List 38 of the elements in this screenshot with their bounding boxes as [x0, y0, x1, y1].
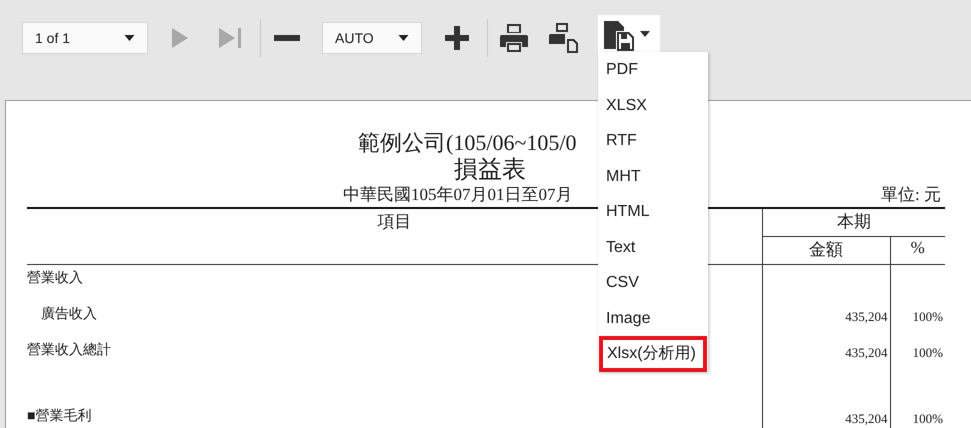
row-label: 營業收入總計 [27, 343, 111, 358]
page-select[interactable]: 1 of 1 [22, 22, 148, 54]
column-header: % [910, 238, 925, 257]
menu-item[interactable]: RTF [598, 123, 708, 158]
menu-item[interactable]: CSV [598, 265, 708, 300]
amount-cell: 435,204 [845, 411, 888, 426]
caret-icon [398, 35, 409, 41]
row-label: 廣告收入 [41, 307, 97, 322]
menu-item[interactable]: PDF [598, 52, 708, 88]
report-title: 範例公司(105/06~105/0 [358, 130, 576, 155]
caret-icon [124, 35, 135, 41]
column-header: 本期 [836, 212, 871, 231]
menu-item[interactable]: Image [598, 300, 708, 336]
printer-icon [500, 23, 528, 53]
unit-label: 單位: 元 [881, 184, 941, 206]
report-subtitle: 損益表 [454, 157, 526, 183]
menu-item[interactable]: XLSX [598, 88, 708, 123]
printer-page-icon [549, 22, 579, 54]
menu-item[interactable]: Xlsx(分析用) [599, 336, 707, 372]
column-header: 項目 [377, 212, 412, 231]
skip-to-end-icon [218, 27, 242, 49]
menu-item[interactable]: MHT [598, 158, 708, 194]
zoom-select[interactable]: AUTO [322, 22, 422, 54]
column-header: 金額 [809, 240, 843, 259]
menu-item[interactable]: HTML [598, 194, 708, 230]
play-icon [171, 27, 189, 49]
percent-cell: 100% [912, 309, 943, 324]
export-button[interactable] [598, 15, 660, 52]
row-label: 營業收入 [27, 271, 83, 286]
percent-cell: 100% [912, 411, 943, 426]
percent-cell: 100% [912, 345, 943, 360]
menu-item[interactable]: Text [598, 230, 708, 265]
plus-icon [445, 26, 469, 50]
row-label: ■營業毛利 [27, 409, 92, 424]
amount-cell: 435,204 [845, 309, 888, 324]
report-period: 中華民國105年07月01日至07月 [343, 184, 572, 206]
amount-cell: 435,204 [845, 345, 888, 360]
minus-icon [274, 35, 300, 41]
